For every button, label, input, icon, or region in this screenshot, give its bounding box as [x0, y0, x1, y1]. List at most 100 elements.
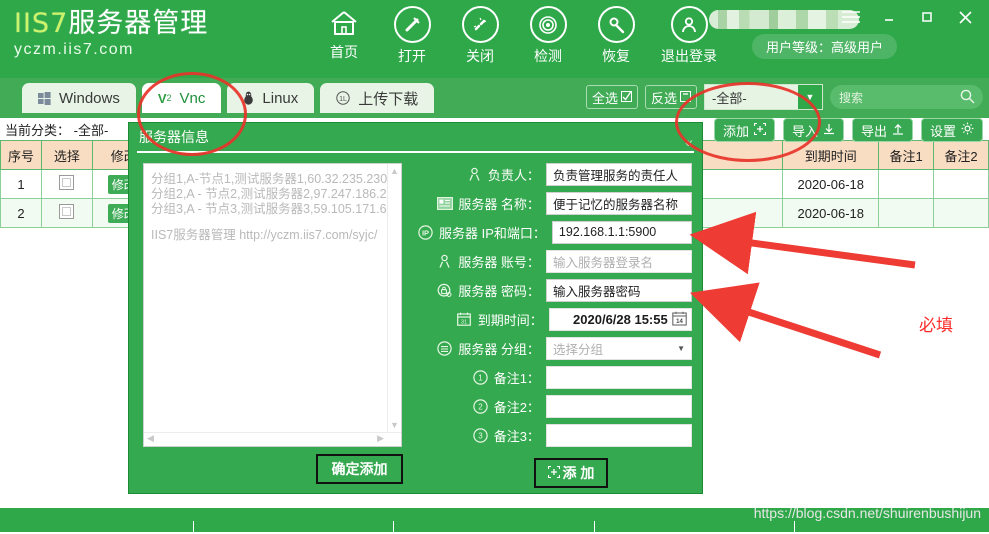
row-checkbox[interactable]: [59, 204, 75, 219]
horizontal-scrollbar[interactable]: ◀ ▶: [144, 432, 401, 446]
windows-icon: [38, 91, 51, 105]
field-server-group-label: 服务器 分组：: [458, 341, 540, 357]
menu-icon[interactable]: [835, 2, 867, 32]
server-account-input[interactable]: 输入服务器登录名: [545, 249, 692, 273]
row-checkbox[interactable]: [59, 175, 75, 190]
calendar-icon: 31: [456, 311, 473, 328]
export-up-icon: [892, 123, 904, 138]
svg-text:3: 3: [478, 431, 483, 440]
settings-button[interactable]: 设置: [920, 118, 983, 142]
field-note2-label-wrap: 2 备注2：: [417, 397, 546, 416]
server-group-select[interactable]: 选择分组 ▼: [545, 336, 692, 360]
server-name-input[interactable]: 便于记忆的服务器名称: [545, 191, 692, 215]
cell-index: 1: [0, 169, 42, 199]
watermark: https://blog.csdn.net/shuirenbushijun: [753, 505, 981, 521]
cell-index: 2: [0, 198, 42, 228]
owner-input[interactable]: 负责管理服务的责任人: [545, 162, 692, 186]
note3-input[interactable]: [545, 423, 692, 447]
tab-windows[interactable]: Windows: [22, 83, 136, 113]
memo-gap: [151, 217, 394, 228]
field-server-password-label: 服务器 密码：: [458, 283, 540, 299]
scroll-down-arrow-icon[interactable]: ▼: [390, 420, 399, 430]
field-note2-label: 备注2：: [493, 399, 540, 415]
header-button-home[interactable]: 首页: [318, 6, 370, 72]
server-password-input[interactable]: 输入服务器密码: [545, 278, 692, 302]
field-note3: 3 备注3：: [417, 423, 692, 447]
tab-label-linux: Linux: [262, 89, 299, 107]
field-expire-time-label: 到期时间：: [477, 312, 543, 328]
annotation-required-text: 必填: [919, 316, 953, 336]
header-button-restore[interactable]: 恢复: [590, 6, 642, 72]
expire-time-input[interactable]: 2020/6/28 15:55 14: [548, 307, 692, 331]
field-server-name: 服务器 名称： 便于记忆的服务器名称: [417, 191, 692, 215]
field-server-group-label-wrap: 服务器 分组：: [417, 339, 546, 358]
search-placeholder: 搜索: [839, 90, 864, 105]
lock-icon: [436, 282, 453, 299]
memo-line-3: 分组3,A - 节点3,测试服务器3,59.105.171.69,a: [151, 202, 402, 216]
field-server-name-label-wrap: 服务器 名称：: [417, 194, 546, 213]
confirm-add-button[interactable]: 确定添加: [316, 454, 403, 484]
maximize-icon[interactable]: [911, 2, 943, 32]
minimize-icon[interactable]: [873, 2, 905, 32]
vertical-scrollbar[interactable]: ▲ ▼: [387, 164, 401, 446]
checkbox-check-icon: [620, 90, 632, 105]
search-input[interactable]: 搜索: [830, 85, 983, 109]
bulk-import-textarea[interactable]: 分组1,A-节点1,测试服务器1,60.32.235.230,ad 分组2,A …: [143, 163, 402, 447]
cell-note2: [933, 169, 989, 199]
cell-select[interactable]: [40, 169, 93, 199]
field-server-ip-label-wrap: IP 服务器 IP和端口：: [417, 223, 552, 242]
cell-select[interactable]: [40, 198, 93, 228]
header-button-close[interactable]: 关闭: [454, 6, 506, 72]
brand-logo: IIS7服务器管理 yczm.iis7.com: [14, 8, 214, 59]
memo-line-2: 分组2,A - 节点2,测试服务器2,97.247.186.235,: [151, 187, 402, 201]
select-all-label: 全选: [591, 90, 618, 106]
tab-upload-download[interactable]: 1L 上传下载: [320, 83, 435, 113]
current-category-label: 当前分类：: [5, 122, 71, 138]
close-link-icon: [461, 6, 499, 43]
scroll-up-arrow-icon[interactable]: ▲: [390, 166, 399, 176]
field-server-ip-label: 服务器 IP和端口：: [439, 225, 546, 241]
logout-icon: [670, 6, 708, 43]
header-label-detect: 检测: [534, 48, 562, 64]
add-submit-button[interactable]: 添 加: [534, 458, 608, 488]
svg-text:31: 31: [461, 320, 467, 326]
ip-icon: IP: [417, 224, 434, 241]
svg-text:IP: IP: [422, 228, 429, 237]
col-index: 序号: [0, 140, 42, 170]
tab-label-upload-download: 上传下载: [358, 90, 419, 108]
upload-download-icon: 1L: [336, 91, 350, 105]
select-all-button[interactable]: 全选: [585, 85, 638, 109]
server-ip-input[interactable]: 192.168.1.1:5900: [551, 220, 692, 244]
scroll-left-arrow-icon[interactable]: ◀: [147, 433, 154, 444]
import-down-icon: [823, 123, 835, 138]
note1-input[interactable]: [545, 365, 692, 389]
header-button-open[interactable]: 打开: [386, 6, 438, 72]
one-icon: 1: [472, 369, 489, 386]
header-button-detect[interactable]: 检测: [522, 6, 574, 72]
header-label-close: 关闭: [466, 48, 494, 64]
person-icon: [466, 166, 483, 183]
annotation-ellipse-vnc-tab: [137, 72, 247, 156]
svg-text:1L: 1L: [339, 96, 347, 103]
export-button[interactable]: 导出: [851, 118, 913, 142]
scroll-right-arrow-icon[interactable]: ▶: [377, 433, 384, 444]
col-note2: 备注2: [933, 140, 989, 170]
header-label-open: 打开: [398, 48, 426, 64]
field-server-name-label: 服务器 名称：: [458, 196, 540, 212]
home-icon: [328, 6, 361, 39]
header-label-logout: 退出登录: [661, 48, 717, 64]
calendar-picker-icon[interactable]: 14: [672, 311, 687, 329]
status-segment-3: [394, 521, 595, 532]
restore-icon: [597, 6, 635, 43]
current-category: 当前分类： -全部-: [0, 118, 108, 140]
field-owner-label-wrap: 负责人：: [417, 165, 546, 184]
person-icon: [436, 253, 453, 270]
field-expire-time-label-wrap: 31 到期时间：: [417, 310, 549, 329]
close-icon[interactable]: [949, 2, 981, 32]
field-expire-time: 31 到期时间： 2020/6/28 15:55 14: [417, 307, 692, 331]
cell-note2: [933, 198, 989, 228]
col-note1: 备注1: [878, 140, 935, 170]
header-label-restore: 恢复: [602, 48, 630, 64]
note2-input[interactable]: [545, 394, 692, 418]
open-icon: [393, 6, 431, 43]
